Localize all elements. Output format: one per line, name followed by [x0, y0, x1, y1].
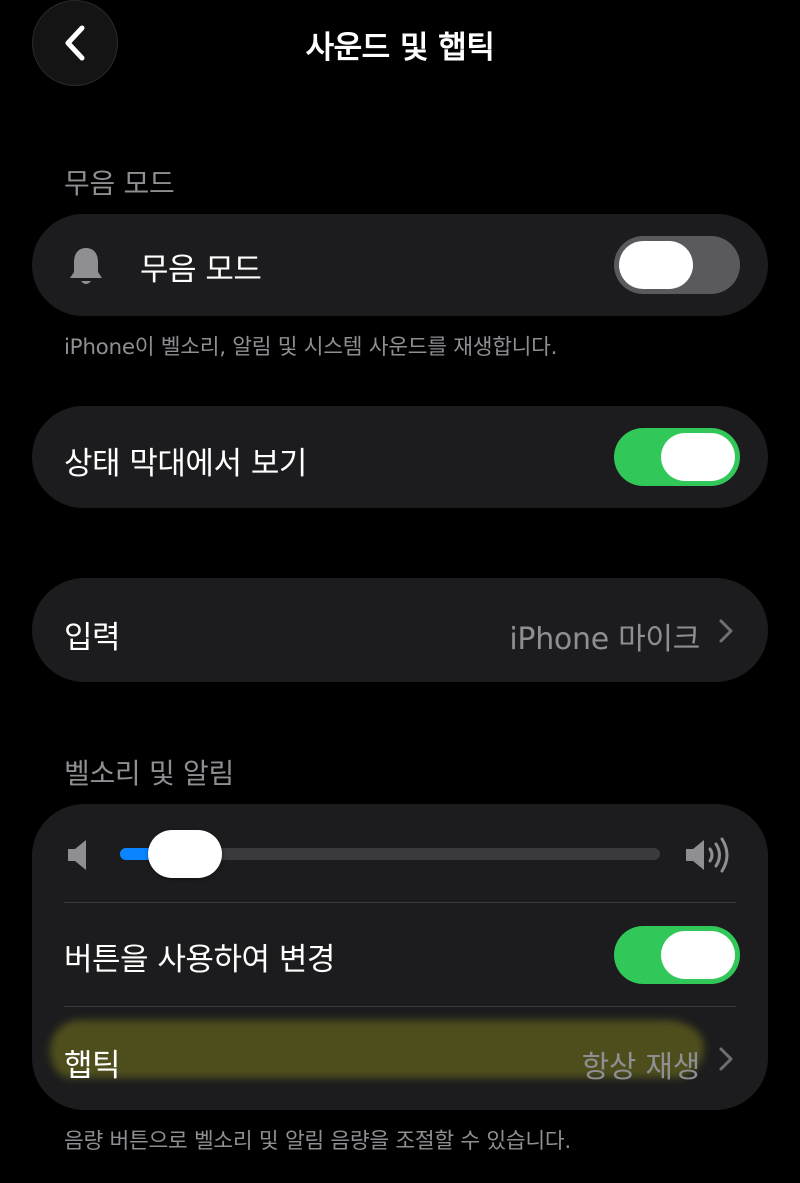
divider	[64, 1006, 736, 1007]
input-card[interactable]: 입력 iPhone 마이크	[32, 578, 768, 682]
show-in-status-bar-label: 상태 막대에서 보기	[64, 446, 307, 482]
section-header-silent-mode: 무음 모드	[64, 167, 175, 200]
silent-mode-label: 무음 모드	[140, 252, 262, 288]
chevron-right-icon	[719, 619, 733, 643]
toggle-knob	[661, 433, 735, 481]
page-title: 사운드 및 햅틱	[305, 30, 495, 66]
navigation-bar: 사운드 및 햅틱	[0, 0, 800, 92]
ringtone-footnote: 음량 버튼으로 벨소리 및 알림 음량을 조절할 수 있습니다.	[64, 1129, 571, 1154]
show-in-status-bar-toggle[interactable]	[614, 428, 740, 486]
bell-icon	[66, 244, 106, 292]
section-header-ringtone-alerts: 벨소리 및 알림	[64, 757, 234, 790]
status-bar-card: 상태 막대에서 보기	[32, 406, 768, 508]
haptics-value: 항상 재생	[581, 1050, 701, 1085]
input-label: 입력	[64, 620, 121, 656]
change-with-buttons-toggle[interactable]	[614, 926, 740, 984]
toggle-knob	[619, 241, 693, 289]
toggle-knob	[661, 931, 735, 979]
input-value: iPhone 마이크	[509, 622, 700, 657]
silent-mode-toggle[interactable]	[614, 236, 740, 294]
speaker-high-icon	[684, 836, 732, 878]
haptics-label: 햅틱	[64, 1048, 121, 1084]
silent-mode-card: 무음 모드	[32, 214, 768, 316]
change-with-buttons-label: 버튼을 사용하여 변경	[64, 942, 335, 978]
chevron-right-icon	[719, 1047, 733, 1071]
haptics-row[interactable]: 햅틱 항상 재생	[32, 1008, 768, 1108]
divider	[64, 902, 736, 903]
volume-slider-knob[interactable]	[147, 830, 222, 878]
silent-mode-footnote: iPhone이 벨소리, 알림 및 시스템 사운드를 재생합니다.	[64, 335, 558, 360]
speaker-low-icon	[66, 838, 92, 876]
